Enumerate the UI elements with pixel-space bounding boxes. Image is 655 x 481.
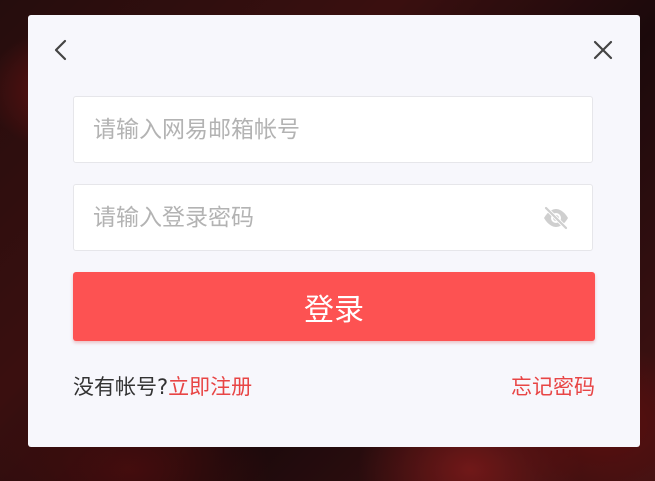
forgot-password-link[interactable]: 忘记密码 [511,371,595,403]
email-field-wrapper [73,96,593,163]
back-button[interactable] [48,36,76,64]
eye-off-icon[interactable] [542,205,570,231]
register-link[interactable]: 立即注册 [168,375,252,399]
password-field[interactable] [74,185,592,250]
no-account-text: 没有帐号? [73,375,169,399]
login-button[interactable]: 登录 [73,272,595,341]
no-account-prompt: 没有帐号?立即注册 [73,371,252,403]
chevron-left-icon [54,39,67,61]
login-footer: 没有帐号?立即注册 忘记密码 [73,371,595,403]
close-icon [593,40,613,60]
password-field-wrapper [73,184,593,251]
close-button[interactable] [589,36,617,64]
email-field[interactable] [74,97,592,162]
login-dialog: 登录 没有帐号?立即注册 忘记密码 [28,15,640,447]
